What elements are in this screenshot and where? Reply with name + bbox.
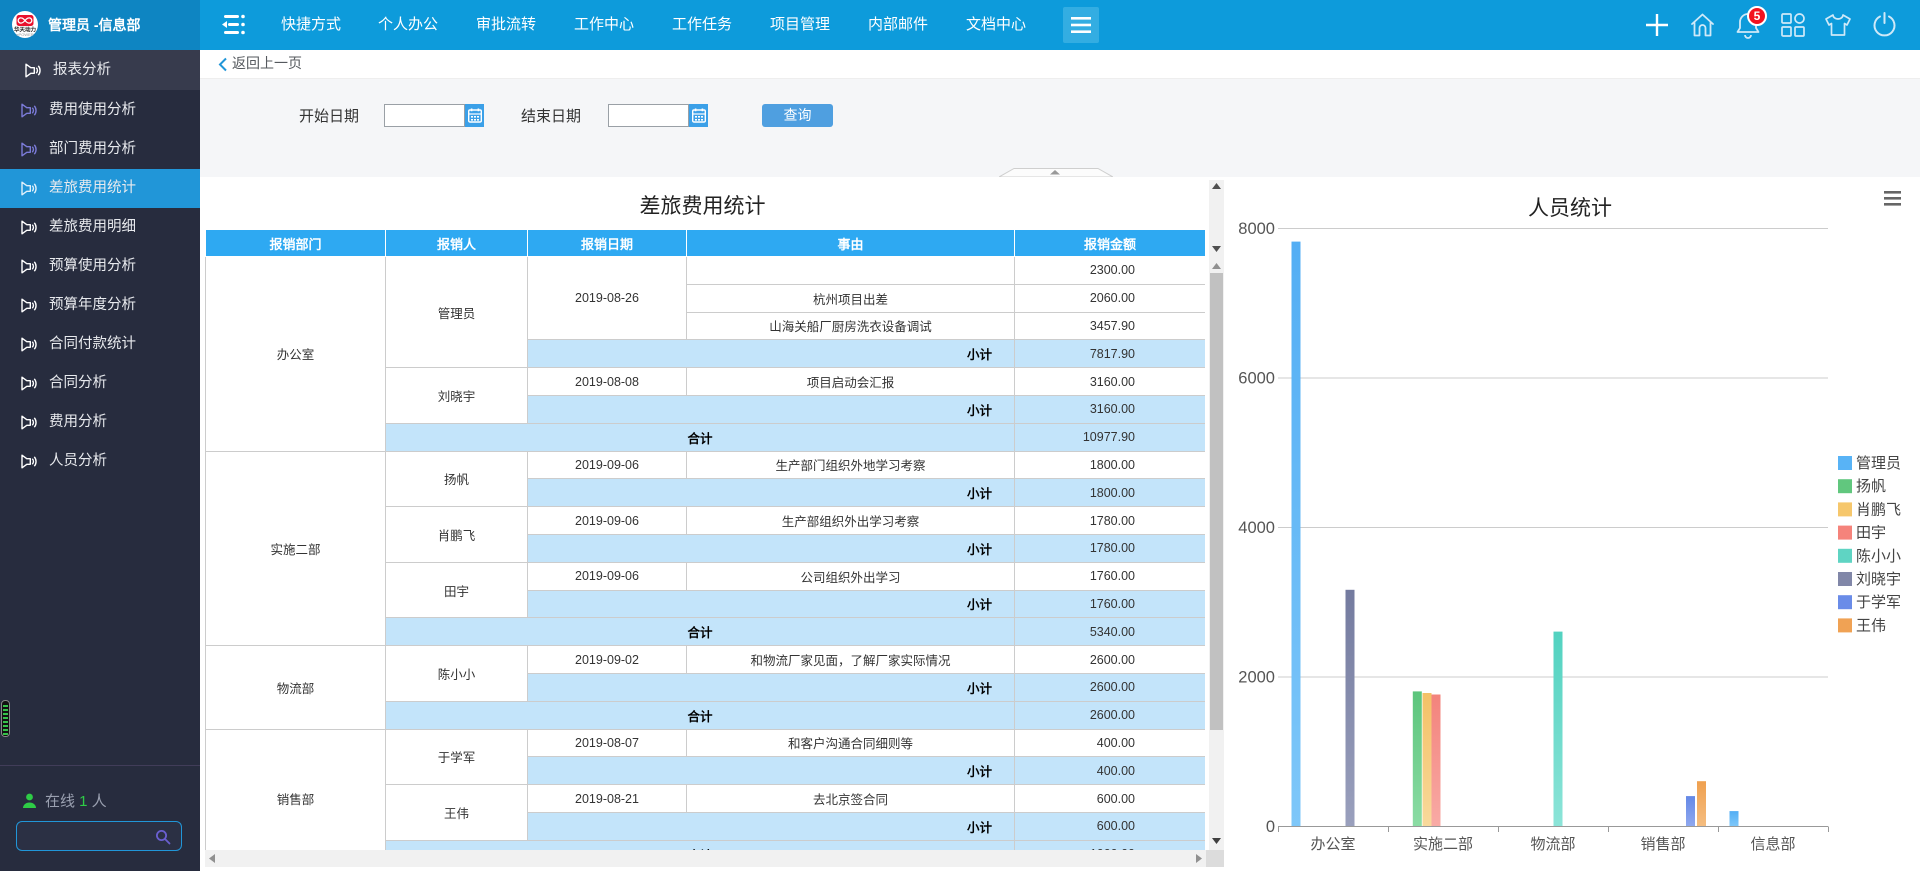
svg-text:销售部: 销售部 — [1640, 836, 1685, 853]
svg-text:2000: 2000 — [1238, 669, 1275, 687]
svg-text:8000: 8000 — [1238, 220, 1275, 238]
svg-text:于学军: 于学军 — [1856, 594, 1901, 611]
svg-text:信息部: 信息部 — [1750, 836, 1795, 853]
svg-text:0: 0 — [1266, 818, 1275, 836]
svg-text:扬帆: 扬帆 — [1856, 478, 1886, 495]
svg-text:4000: 4000 — [1238, 519, 1275, 537]
svg-text:刘晓宇: 刘晓宇 — [1856, 571, 1901, 588]
svg-text:物流部: 物流部 — [1530, 836, 1575, 853]
svg-text:人员统计: 人员统计 — [1528, 197, 1612, 220]
svg-text:王伟: 王伟 — [1856, 617, 1886, 634]
svg-text:办公室: 办公室 — [1310, 836, 1355, 853]
svg-text:肖鹏飞: 肖鹏飞 — [1856, 501, 1901, 518]
svg-text:管理员: 管理员 — [1856, 455, 1901, 472]
svg-text:田宇: 田宇 — [1856, 525, 1886, 542]
svg-text:ePOWER: ePOWER — [16, 32, 33, 37]
svg-text:实施二部: 实施二部 — [1413, 836, 1473, 853]
svg-text:6000: 6000 — [1238, 370, 1275, 388]
svg-text:陈小小: 陈小小 — [1856, 547, 1901, 565]
